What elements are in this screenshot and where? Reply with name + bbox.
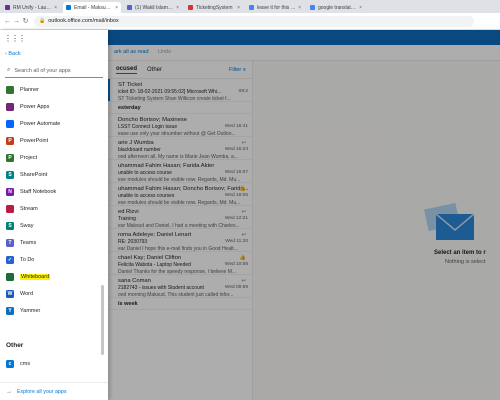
whiteboard-icon [6,272,14,281]
app-label: To Do [20,256,35,263]
project-icon: P [6,153,14,162]
tab-favicon-icon [249,5,254,10]
tab-title: google translate - Google Search [318,4,357,11]
tab-favicon-icon [127,5,132,10]
app-item-word[interactable]: W Word [0,285,100,302]
arrow-right-icon: → [6,388,12,395]
close-tab-icon[interactable]: × [359,5,362,11]
yammer-icon: Y [6,306,14,315]
browser-tab-bar: RM Unify - Launch Pad×Email - Maksud Rah… [0,0,500,13]
close-tab-icon[interactable]: × [54,5,57,11]
app-launcher-panel: ⋮⋮⋮ ‹ Back ⌕ Planner Power Apps Power Auto… [0,30,108,400]
app-item-project[interactable]: P Project [0,149,100,166]
url-text: outlook.office.com/mail/inbox [48,18,119,24]
tab-favicon-icon [188,5,193,10]
app-item-to-do[interactable]: ✓ To Do [0,251,100,268]
app-item-staff-notebook[interactable]: N Staff Notebook [0,183,100,200]
app-item-yammer[interactable]: Y Yammer [0,302,100,319]
app-launcher-waffle-icon[interactable]: ⋮⋮⋮ [4,34,26,43]
tab-title: (1) Wakil Islam | Microsoft Teams [135,4,174,11]
browser-tab[interactable]: leave it for this time - Google Search× [246,2,304,13]
to-do-icon: ✓ [6,255,14,264]
browser-tab[interactable]: (1) Wakil Islam | Microsoft Teams× [124,2,182,13]
browser-tab[interactable]: RM Unify - Launch Pad× [2,2,60,13]
sway-icon: S [6,221,14,230]
other-app-list: c cms [0,355,100,372]
close-tab-icon[interactable]: × [176,5,179,11]
app-label: Staff Notebook [20,188,57,195]
app-item-power-automate[interactable]: Power Automate [0,115,100,132]
app-label: Sway [20,222,34,229]
browser-tab[interactable]: google translate - Google Search× [307,2,365,13]
address-bar[interactable]: 🔒 outlook.office.com/mail/inbox [34,15,474,27]
browser-tab[interactable]: TicketingSystem × [185,2,243,13]
app-label: Power Apps [20,103,50,110]
app-item-planner[interactable]: Planner [0,81,100,98]
tab-title: Email - Maksud Rahman - Outlook [74,4,113,11]
power-automate-icon [6,119,14,128]
tab-title: TicketingSystem [196,4,233,11]
browser-tab[interactable]: Email - Maksud Rahman - Outlook× [63,2,121,13]
app-label: Power Automate [20,120,61,127]
planner-icon [6,85,14,94]
app-list-scrollbar[interactable] [101,80,104,380]
scrollbar-thumb[interactable] [101,285,104,355]
tab-favicon-icon [5,5,10,10]
stream-icon [6,204,14,213]
app-search-box: ⌕ [5,64,103,78]
app-item-whiteboard[interactable]: Whiteboard [0,268,100,285]
app-item-sway[interactable]: S Sway [0,217,100,234]
app-label: Yammer [20,307,41,314]
explore-all-apps-link[interactable]: → Explore all your apps [0,382,108,400]
app-list: Planner Power Apps Power Automate P PowerPoi… [0,81,100,319]
app-search-input[interactable] [14,67,100,74]
explore-label: Explore all your apps [17,388,67,395]
power-apps-icon [6,102,14,111]
app-item-stream[interactable]: Stream [0,200,100,217]
app-label: Whiteboard [20,273,51,280]
app-item-teams[interactable]: T Teams [0,234,100,251]
close-tab-icon[interactable]: × [237,5,240,11]
back-label: Back [8,51,21,57]
app-label: cms [20,360,31,367]
close-tab-icon[interactable]: × [298,5,301,11]
app-label: Word [20,290,34,297]
staff-notebook-icon: N [6,187,14,196]
search-icon: ⌕ [7,67,11,73]
app-item-powerpoint[interactable]: P PowerPoint [0,132,100,149]
app-label: Teams [20,239,37,246]
tab-title: RM Unify - Launch Pad [13,4,52,11]
back-arrow-icon[interactable]: ← [3,18,12,25]
app-label: PowerPoint [20,137,49,144]
tab-title: leave it for this time - Google Search [257,4,296,11]
app-label: SharePoint [20,171,48,178]
forward-arrow-icon[interactable]: → [12,18,21,25]
cms-icon: c [6,359,14,368]
app-item-power-apps[interactable]: Power Apps [0,98,100,115]
app-item-cms[interactable]: c cms [0,355,100,372]
reload-icon[interactable]: ↻ [21,17,30,25]
app-label: Planner [20,86,39,93]
tab-favicon-icon [310,5,315,10]
word-icon: W [6,289,14,298]
back-button[interactable]: ‹ Back [5,51,21,57]
lock-icon: 🔒 [39,18,46,24]
powerpoint-icon: P [6,136,14,145]
teams-icon: T [6,238,14,247]
close-tab-icon[interactable]: × [115,5,118,11]
app-label: Stream [20,205,38,212]
browser-toolbar: ← → ↻ 🔒 outlook.office.com/mail/inbox [0,13,500,30]
app-item-sharepoint[interactable]: S SharePoint [0,166,100,183]
app-label: Project [20,154,38,161]
other-heading: Other [6,342,24,349]
sharepoint-icon: S [6,170,14,179]
tab-favicon-icon [66,5,71,10]
